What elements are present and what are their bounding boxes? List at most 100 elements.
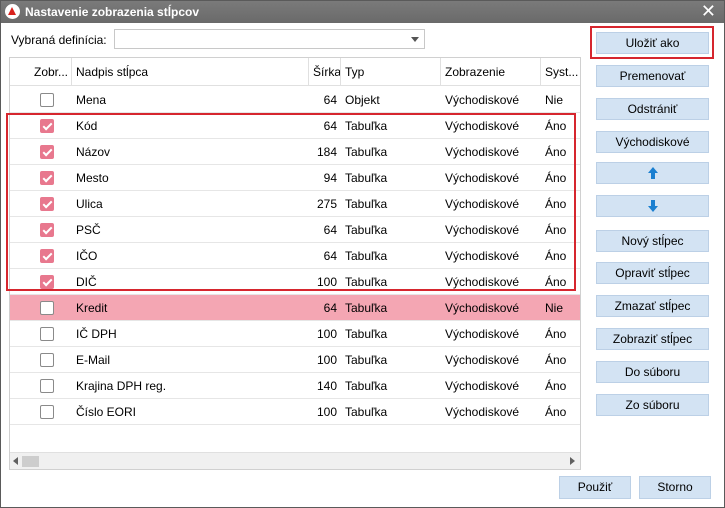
cell-display: Východiskové [445,223,520,237]
scroll-thumb[interactable] [22,456,39,467]
cell-display: Východiskové [445,327,520,341]
table-row[interactable]: Kredit 64 Tabuľka Východiskové Nie [10,295,580,321]
cell-width: 100 [316,405,337,419]
cell-width: 100 [316,327,337,341]
table-row[interactable]: Číslo EORI 100 Tabuľka Východiskové Áno [10,399,580,425]
show-checkbox[interactable] [40,145,54,159]
cell-system: Áno [545,223,567,237]
cell-width: 64 [323,249,337,263]
default-button[interactable]: Východiskové [596,131,709,153]
table-row[interactable]: Krajina DPH reg. 140 Tabuľka Východiskové Án… [10,373,580,399]
show-checkbox[interactable] [40,301,54,315]
cancel-button[interactable]: Storno [639,476,711,499]
cell-type: Tabuľka [345,353,388,367]
table-row[interactable]: Kód 64 Tabuľka Východiskové Áno [10,113,580,139]
show-checkbox[interactable] [40,223,54,237]
header-caption[interactable]: Nadpis stĺpca [72,58,309,86]
header-display[interactable]: Zobrazenie [441,58,541,86]
header-show[interactable]: Zobr... [30,58,72,86]
cell-width: 275 [316,197,337,211]
move-up-button[interactable] [596,162,709,184]
rename-button[interactable]: Premenovať [596,65,709,87]
show-checkbox[interactable] [40,327,54,341]
show-checkbox[interactable] [40,379,54,393]
cell-caption: PSČ [76,223,101,237]
cell-display: Východiskové [445,119,520,133]
table-row[interactable]: DIČ 100 Tabuľka Východiskové Áno [10,269,580,295]
cell-width: 100 [316,353,337,367]
cell-system: Áno [545,405,567,419]
to-file-button[interactable]: Do súboru [596,361,709,383]
cell-type: Tabuľka [345,327,388,341]
show-checkbox[interactable] [40,93,54,107]
table-row[interactable]: Ulica 275 Tabuľka Východiskové Áno [10,191,580,217]
cell-type: Tabuľka [345,119,388,133]
cell-type: Tabuľka [345,145,388,159]
show-checkbox[interactable] [40,197,54,211]
cell-caption: Ulica [76,197,103,211]
cell-caption: Číslo EORI [76,405,137,419]
header-width[interactable]: Šírka [309,58,341,86]
show-checkbox[interactable] [40,405,54,419]
cell-display: Východiskové [445,353,520,367]
remove-button[interactable]: Odstrániť [596,98,709,120]
columns-grid: Zobr... Nadpis stĺpca Šírka Typ Zobrazen… [9,57,581,470]
cell-caption: Mena [76,93,107,107]
show-checkbox[interactable] [40,171,54,185]
cell-system: Nie [545,301,564,315]
definition-label: Vybraná definícia: [11,33,107,47]
window-title: Nastavenie zobrazenia stĺpcov [25,5,200,19]
show-checkbox[interactable] [40,275,54,289]
show-checkbox[interactable] [40,119,54,133]
definition-select[interactable] [114,29,425,49]
arrow-up-icon [647,167,659,179]
cell-system: Áno [545,353,567,367]
cell-caption: DIČ [76,275,97,289]
cell-type: Tabuľka [345,379,388,393]
cell-display: Východiskové [445,275,520,289]
cell-type: Tabuľka [345,275,388,289]
show-column-button[interactable]: Zobraziť stĺpec [596,328,709,350]
cell-caption: Mesto [76,171,109,185]
apply-button[interactable]: Použiť [559,476,631,499]
cell-caption: E-Mail [76,353,111,367]
table-row[interactable]: IČ DPH 100 Tabuľka Východiskové Áno [10,321,580,347]
cell-caption: Kredit [76,301,108,315]
header-type[interactable]: Typ [341,58,441,86]
save-as-button[interactable]: Uložiť ako [596,32,709,54]
cell-caption: Názov [76,145,111,159]
edit-column-button[interactable]: Opraviť stĺpec [596,262,709,284]
cell-system: Áno [545,275,567,289]
cell-width: 64 [323,93,337,107]
table-row[interactable]: Mena 64 Objekt Východiskové Nie [10,87,580,113]
move-down-button[interactable] [596,195,709,217]
chevron-down-icon[interactable] [411,37,419,42]
cell-display: Východiskové [445,93,520,107]
new-column-button[interactable]: Nový stĺpec [596,230,709,252]
cell-display: Východiskové [445,145,520,159]
table-row[interactable]: Názov 184 Tabuľka Východiskové Áno [10,139,580,165]
cell-caption: Kód [76,119,98,133]
horizontal-scrollbar[interactable] [10,452,580,469]
table-row[interactable]: E-Mail 100 Tabuľka Východiskové Áno [10,347,580,373]
cell-type: Tabuľka [345,197,388,211]
table-row[interactable]: IČO 64 Tabuľka Východiskové Áno [10,243,580,269]
arrow-down-icon [647,200,659,212]
table-row[interactable]: Mesto 94 Tabuľka Východiskové Áno [10,165,580,191]
cell-caption: Krajina DPH reg. [76,379,167,393]
title-bar: Nastavenie zobrazenia stĺpcov ✕ [1,1,724,23]
scroll-right-icon[interactable] [570,457,575,465]
show-checkbox[interactable] [40,249,54,263]
from-file-button[interactable]: Zo súboru [596,394,709,416]
cell-system: Áno [545,145,567,159]
close-icon[interactable]: ✕ [701,1,716,21]
table-row[interactable]: PSČ 64 Tabuľka Východiskové Áno [10,217,580,243]
delete-column-button[interactable]: Zmazať stĺpec [596,295,709,317]
cell-type: Tabuľka [345,171,388,185]
cell-system: Áno [545,327,567,341]
show-checkbox[interactable] [40,353,54,367]
scroll-left-icon[interactable] [13,457,18,465]
header-system[interactable]: Syst... [541,58,580,86]
cell-display: Východiskové [445,249,520,263]
cell-type: Tabuľka [345,249,388,263]
